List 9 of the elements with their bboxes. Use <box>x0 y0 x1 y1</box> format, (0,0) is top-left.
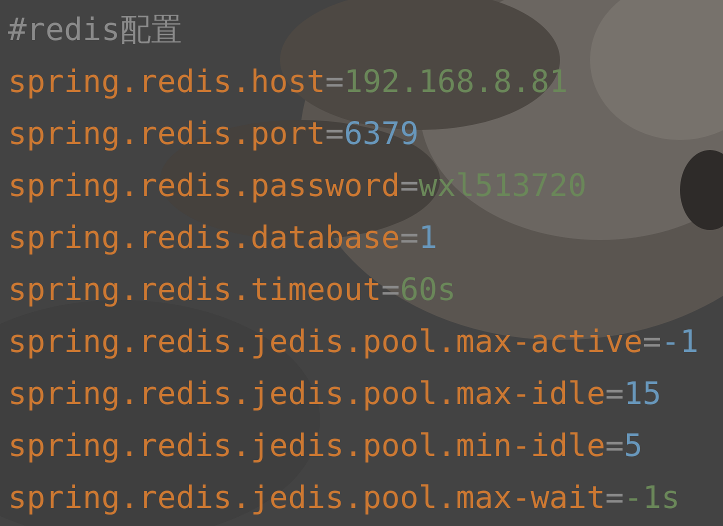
config-line: spring.redis.database=1 <box>8 219 438 258</box>
config-line: spring.redis.jedis.pool.min-idle=5 <box>8 427 643 466</box>
config-line: spring.redis.jedis.pool.max-active=-1 <box>8 323 699 362</box>
config-line: spring.redis.host=192.168.8.81 <box>8 63 568 102</box>
config-line: spring.redis.port=6379 <box>8 115 419 154</box>
comment-line: #redis配置 <box>8 11 182 50</box>
config-line: spring.redis.password=wxl513720 <box>8 167 587 206</box>
config-line: spring.redis.jedis.pool.max-wait=-1s <box>8 479 680 518</box>
config-line: spring.redis.jedis.pool.max-idle=15 <box>8 375 662 414</box>
